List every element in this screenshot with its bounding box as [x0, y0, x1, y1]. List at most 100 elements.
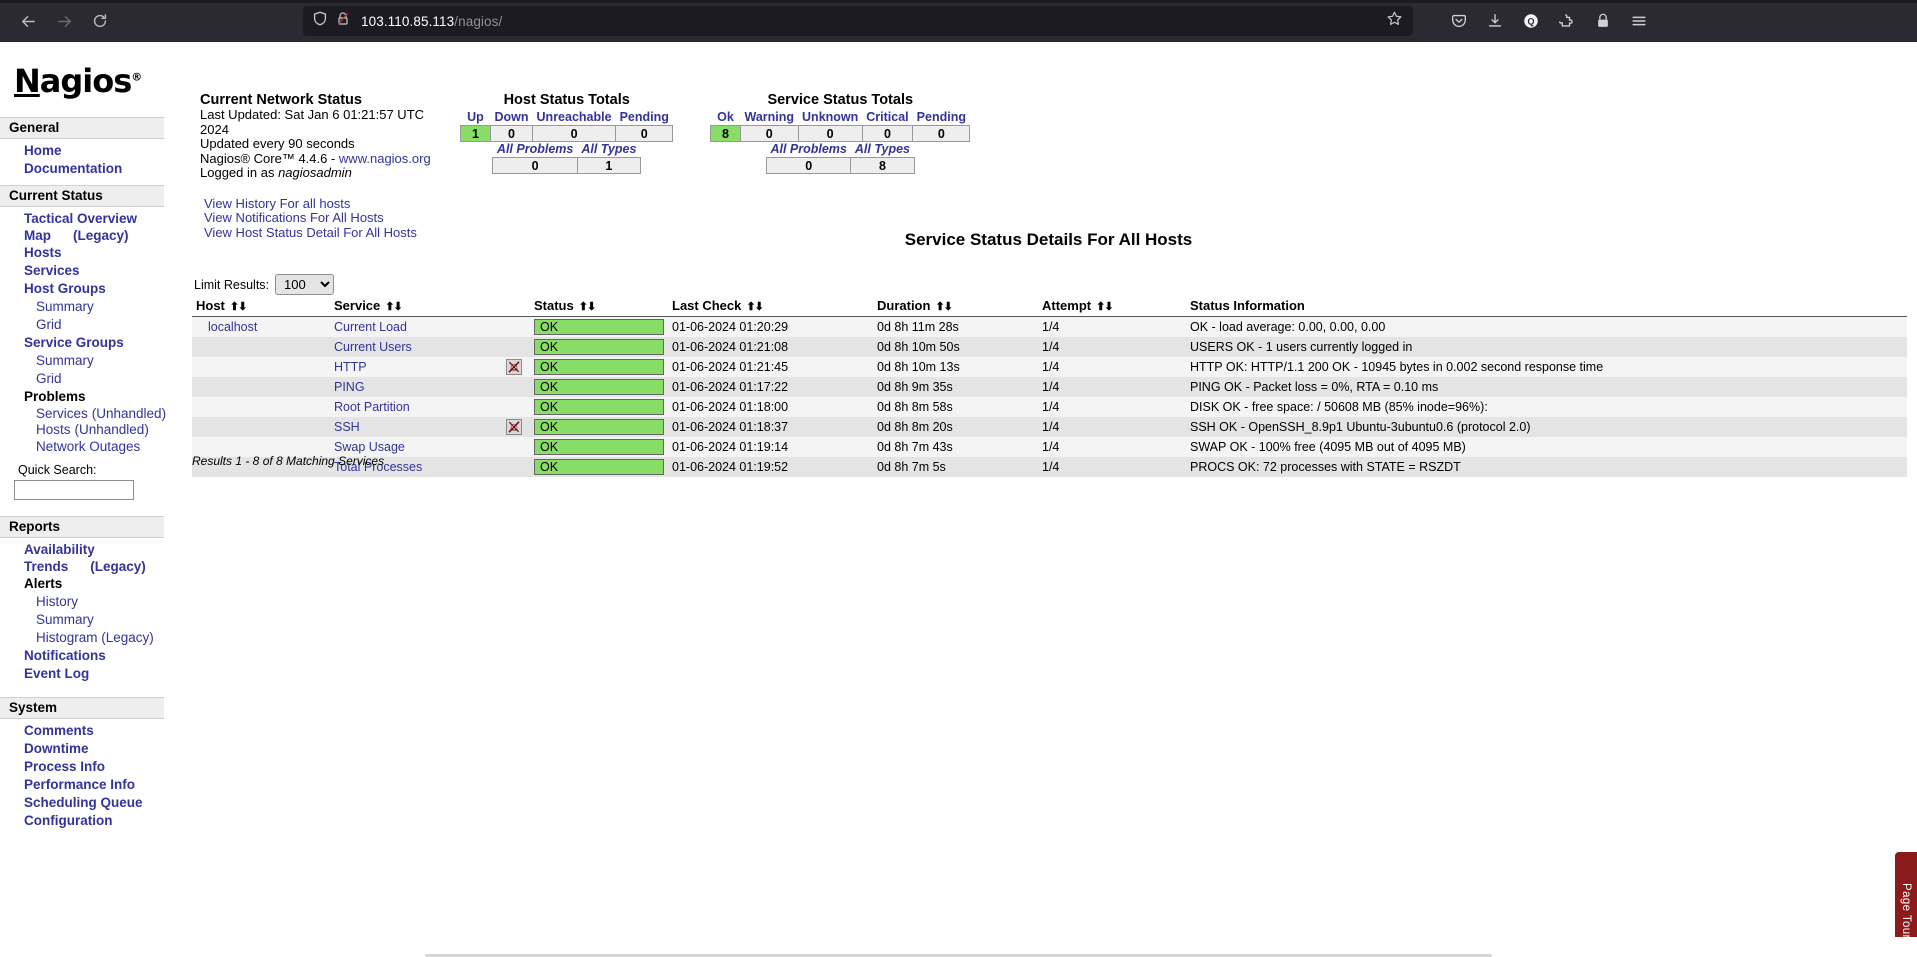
- service-total-critical[interactable]: 0: [862, 126, 912, 142]
- sidebar-item-servicegroups-grid[interactable]: Grid: [0, 370, 168, 388]
- sort-arrows-service[interactable]: ⬆⬇: [385, 301, 401, 313]
- service-subtotal-all-types[interactable]: 8: [851, 158, 914, 174]
- reload-button[interactable]: [82, 3, 118, 39]
- search-input[interactable]: [14, 480, 134, 500]
- column-header-attempt[interactable]: Attempt ⬆⬇: [1038, 298, 1186, 317]
- view-notifications-link[interactable]: View Notifications For All Hosts: [200, 211, 450, 226]
- sidebar-item-event-log[interactable]: Event Log: [0, 665, 168, 683]
- sidebar-item-alerts-history[interactable]: History: [0, 593, 168, 611]
- column-header-host[interactable]: Host⬆⬇: [192, 298, 330, 317]
- sort-arrows-attempt[interactable]: ⬆⬇: [1096, 301, 1112, 313]
- sidebar-item-service-groups[interactable]: Service Groups: [0, 334, 168, 352]
- sidebar-item-trends-legacy[interactable]: (Legacy): [90, 559, 146, 575]
- service-total-warning[interactable]: 0: [741, 126, 799, 142]
- reload-icon: [91, 12, 109, 30]
- sort-arrows-host[interactable]: ⬆⬇: [230, 301, 246, 313]
- sidebar-item-problem-hosts[interactable]: Hosts: [36, 422, 71, 438]
- passwords-button[interactable]: [1587, 5, 1619, 37]
- column-header-status-information-label: Status Information: [1190, 298, 1305, 313]
- table-row: HTTPOK01-06-2024 01:21:450d 8h 10m 13s1/…: [192, 357, 1907, 377]
- sort-arrows-status[interactable]: ⬆⬇: [579, 301, 595, 313]
- sidebar-item-tactical-overview[interactable]: Tactical Overview: [0, 210, 168, 228]
- column-header-last-check[interactable]: Last Check⬆⬇: [668, 298, 873, 317]
- downloads-button[interactable]: [1479, 5, 1511, 37]
- sidebar-item-hostgroups-grid[interactable]: Grid: [0, 316, 168, 334]
- sidebar-item-comments[interactable]: Comments: [0, 722, 168, 740]
- app-menu-button[interactable]: [1623, 5, 1655, 37]
- back-button[interactable]: [10, 3, 46, 39]
- limit-results-select[interactable]: 501002505001000All: [275, 274, 334, 295]
- sidebar-item-services[interactable]: Services: [0, 262, 168, 280]
- cell-host: localhost: [192, 317, 330, 338]
- host-link[interactable]: localhost: [196, 320, 257, 334]
- notifications-disabled-icon[interactable]: [506, 419, 522, 435]
- service-subtotal-all-problems[interactable]: 0: [766, 158, 850, 174]
- host-subtotal-all-types[interactable]: 1: [577, 158, 640, 174]
- sidebar-item-scheduling-queue[interactable]: Scheduling Queue: [0, 794, 168, 812]
- sidebar-item-trends[interactable]: Trends: [24, 559, 68, 575]
- sort-arrows-last-check[interactable]: ⬆⬇: [746, 301, 762, 313]
- sidebar-item-host-groups[interactable]: Host Groups: [0, 280, 168, 298]
- service-total-pending[interactable]: 0: [913, 126, 970, 142]
- table-row: PINGOK01-06-2024 01:17:220d 8h 9m 35s1/4…: [192, 377, 1907, 397]
- cell-duration: 0d 8h 10m 13s: [873, 357, 1038, 377]
- insecure-lock-icon[interactable]: [336, 11, 350, 31]
- nagios-website-link[interactable]: www.nagios.org: [339, 151, 431, 166]
- table-row: localhostCurrent LoadOK01-06-2024 01:20:…: [192, 317, 1907, 338]
- bookmark-button[interactable]: [1386, 10, 1403, 32]
- sidebar-item-process-info[interactable]: Process Info: [0, 758, 168, 776]
- url-text[interactable]: 103.110.85.113/nagios/: [361, 14, 502, 29]
- cell-duration: 0d 8h 9m 35s: [873, 377, 1038, 397]
- cell-status-information: SSH OK - OpenSSH_8.9p1 Ubuntu-3ubuntu0.6…: [1186, 417, 1907, 437]
- service-total-unknown[interactable]: 0: [798, 126, 862, 142]
- sidebar-item-configuration[interactable]: Configuration: [0, 812, 168, 830]
- service-total-header-warning: Warning: [741, 110, 799, 126]
- service-link[interactable]: SSH: [334, 420, 360, 434]
- column-header-service[interactable]: Service⬆⬇: [330, 298, 530, 317]
- nagios-logo[interactable]: Nagios®: [0, 50, 141, 110]
- cell-status-information: USERS OK - 1 users currently logged in: [1186, 337, 1907, 357]
- column-header-duration[interactable]: Duration⬆⬇: [873, 298, 1038, 317]
- service-total-ok[interactable]: 8: [711, 126, 741, 142]
- quick-search-label: Quick Search:: [0, 456, 168, 480]
- sidebar-item-problem-services[interactable]: Services: [36, 406, 88, 422]
- view-history-link[interactable]: View History For all hosts: [200, 197, 450, 212]
- host-total-unreachable[interactable]: 0: [533, 126, 616, 142]
- sidebar-item-alerts-summary[interactable]: Summary: [0, 611, 168, 629]
- sidebar-item-availability[interactable]: Availability: [0, 541, 168, 559]
- extensions-button[interactable]: [1551, 5, 1583, 37]
- sidebar-item-alerts-histogram[interactable]: Histogram (Legacy): [0, 629, 168, 647]
- cell-status: OK: [530, 317, 668, 338]
- host-total-up[interactable]: 1: [461, 126, 491, 142]
- column-header-attempt-label: Attempt: [1042, 298, 1091, 313]
- column-header-status[interactable]: Status⬆⬇: [530, 298, 668, 317]
- sidebar-item-performance-info[interactable]: Performance Info: [0, 776, 168, 794]
- last-updated: Last Updated: Sat Jan 6 01:21:57 UTC 202…: [200, 108, 450, 137]
- sort-arrows-duration[interactable]: ⬆⬇: [935, 301, 951, 313]
- service-link[interactable]: Current Users: [334, 340, 412, 354]
- sidebar-item-network-outages[interactable]: Network Outages: [0, 438, 168, 456]
- sidebar-item-hostgroups-summary[interactable]: Summary: [0, 298, 168, 316]
- pocket-button[interactable]: [1443, 5, 1475, 37]
- host-subtotal-all-problems[interactable]: 0: [493, 158, 577, 174]
- host-total-down[interactable]: 0: [491, 126, 533, 142]
- service-link[interactable]: Swap Usage: [334, 440, 405, 454]
- shield-icon[interactable]: [313, 11, 327, 31]
- notifications-disabled-icon[interactable]: [506, 359, 522, 375]
- address-bar[interactable]: 103.110.85.113/nagios/: [303, 6, 1413, 36]
- sidebar-item-downtime[interactable]: Downtime: [0, 740, 168, 758]
- forward-button[interactable]: [46, 3, 82, 39]
- logo-registered-mark: ®: [131, 70, 141, 83]
- sidebar-item-documentation[interactable]: Documentation: [0, 160, 168, 178]
- sidebar-item-home[interactable]: Home: [0, 142, 168, 160]
- host-total-pending[interactable]: 0: [616, 126, 673, 142]
- service-link[interactable]: Root Partition: [334, 400, 410, 414]
- sidebar-item-servicegroups-summary[interactable]: Summary: [0, 352, 168, 370]
- sidebar-item-notifications[interactable]: Notifications: [0, 647, 168, 665]
- cell-attempt: 1/4: [1038, 377, 1186, 397]
- service-link[interactable]: PING: [334, 380, 365, 394]
- account-button[interactable]: Q: [1515, 5, 1547, 37]
- page-scroll-indicator[interactable]: [0, 937, 1917, 957]
- service-link[interactable]: HTTP: [334, 360, 367, 374]
- service-link[interactable]: Current Load: [334, 320, 407, 334]
